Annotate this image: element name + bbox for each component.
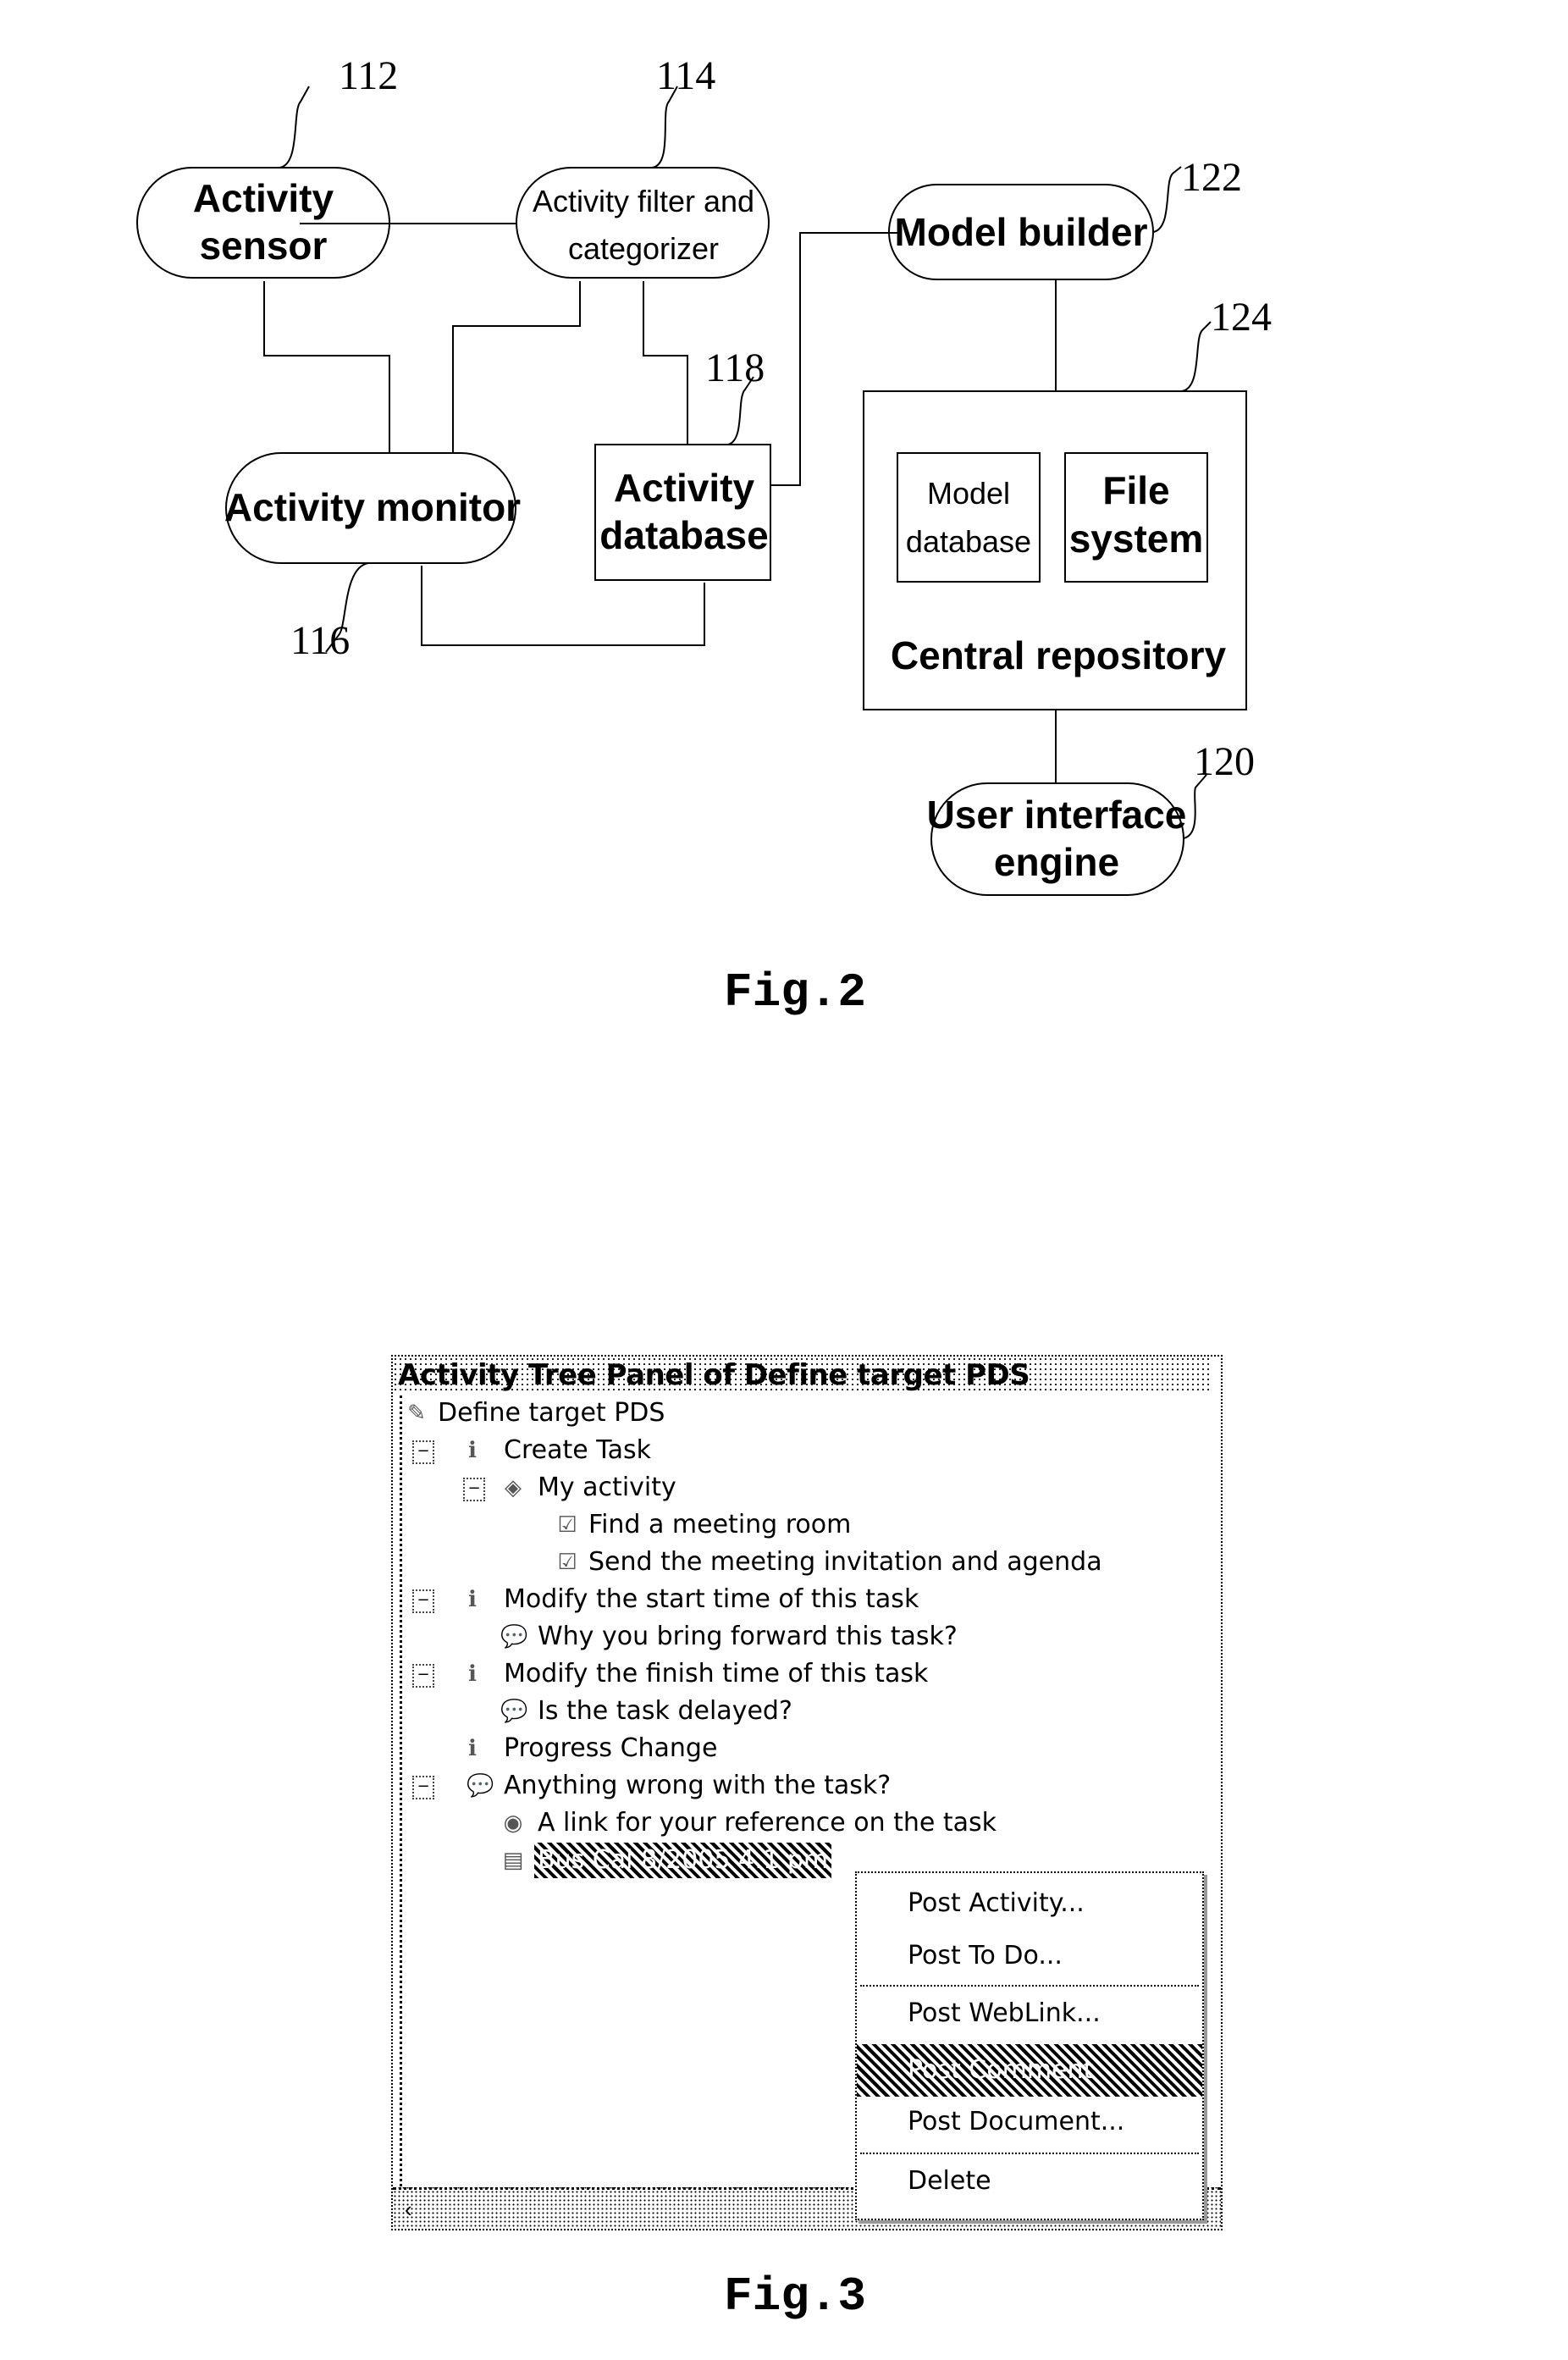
connector-filter-database xyxy=(643,281,688,445)
ref-124: 124 xyxy=(1211,295,1272,340)
activity-sensor-label-2: sensor xyxy=(200,224,328,268)
menu-item-post-activity[interactable]: Post Activity... xyxy=(857,1880,1202,1927)
menu-item-post-comment[interactable]: Post Comment xyxy=(857,2044,1202,2097)
connector-filter-monitor xyxy=(452,281,581,453)
file-system-label-2: system xyxy=(1069,517,1204,561)
activity-monitor-label: Activity monitor xyxy=(224,485,521,529)
model-database-label-1: Model xyxy=(927,476,1010,511)
checkbox-icon[interactable]: ☑ xyxy=(555,1550,580,1575)
collapse-toggle[interactable]: − xyxy=(412,1589,434,1613)
activity-sensor-label-1: Activity xyxy=(193,176,334,220)
menu-item-post-todo[interactable]: Post To Do... xyxy=(857,1932,1202,1980)
ref-122: 122 xyxy=(1181,155,1242,200)
leader-112 xyxy=(279,86,310,169)
ui-engine-label-2: engine xyxy=(994,840,1119,884)
fig2-diagram: Activity sensor Activity filter and cate… xyxy=(136,53,1272,896)
connector-sensor-monitor xyxy=(263,281,390,453)
ref-114: 114 xyxy=(656,53,715,98)
ref-120: 120 xyxy=(1194,739,1255,784)
central-repository-label: Central repository xyxy=(891,633,1227,677)
activity-filter-label-2: categorizer xyxy=(568,231,719,266)
activity-icon: ◈ xyxy=(505,1475,522,1501)
model-database-node xyxy=(897,452,1041,583)
ui-engine-label-1: User interface xyxy=(927,793,1187,837)
menu-item-post-document[interactable]: Post Document... xyxy=(857,2098,1202,2146)
leader-122 xyxy=(1152,166,1182,233)
info-icon: ℹ xyxy=(468,1661,477,1687)
comment-icon: 💬 xyxy=(467,1773,494,1799)
leader-124 xyxy=(1180,321,1212,392)
info-icon: ℹ xyxy=(468,1736,477,1761)
connector-database-modelbuilder xyxy=(770,232,897,486)
activity-filter-label-1: Activity filter and xyxy=(533,184,754,218)
model-database-label-2: database xyxy=(906,524,1031,559)
menu-item-delete[interactable]: Delete xyxy=(857,2158,1202,2205)
activity-database-node xyxy=(594,444,771,581)
comment-icon: 💬 xyxy=(500,1624,528,1650)
collapse-toggle[interactable]: − xyxy=(412,1776,434,1799)
menu-separator xyxy=(860,1985,1199,1987)
checkbox-icon[interactable]: ☑ xyxy=(555,1512,580,1538)
menu-separator xyxy=(860,2153,1199,2154)
project-icon: ✎ xyxy=(407,1401,426,1426)
weblink-icon: ◉ xyxy=(503,1810,523,1836)
panel-title: Activity Tree Panel of Define target PDS xyxy=(393,1357,1212,1394)
ref-112: 112 xyxy=(339,53,398,98)
collapse-toggle[interactable]: − xyxy=(412,1440,434,1464)
connector-monitor-database xyxy=(421,566,705,646)
context-menu: Post Activity... Post To Do... Post WebL… xyxy=(855,1871,1204,2220)
menu-item-post-weblink[interactable]: Post WebLink... xyxy=(857,1990,1202,2037)
fig2-caption: Fig.2 xyxy=(724,965,867,1020)
info-icon: ℹ xyxy=(468,1587,477,1612)
leader-120 xyxy=(1183,774,1207,839)
scroll-left-icon[interactable]: ‹ xyxy=(405,2197,412,2223)
leader-114 xyxy=(651,86,678,169)
info-icon: ℹ xyxy=(468,1438,477,1463)
collapse-toggle[interactable]: − xyxy=(412,1664,434,1688)
ref-116: 116 xyxy=(290,618,350,663)
fig3-caption: Fig.3 xyxy=(724,2269,867,2324)
comment-icon: 💬 xyxy=(500,1699,528,1724)
collapse-toggle[interactable]: − xyxy=(463,1478,485,1501)
document-icon: ▤ xyxy=(502,1848,524,1873)
activity-database-label-2: database xyxy=(599,513,768,557)
activity-database-label-1: Activity xyxy=(614,466,755,510)
ref-118: 118 xyxy=(705,345,765,390)
model-builder-label: Model builder xyxy=(895,210,1148,254)
file-system-label-1: File xyxy=(1102,468,1169,512)
